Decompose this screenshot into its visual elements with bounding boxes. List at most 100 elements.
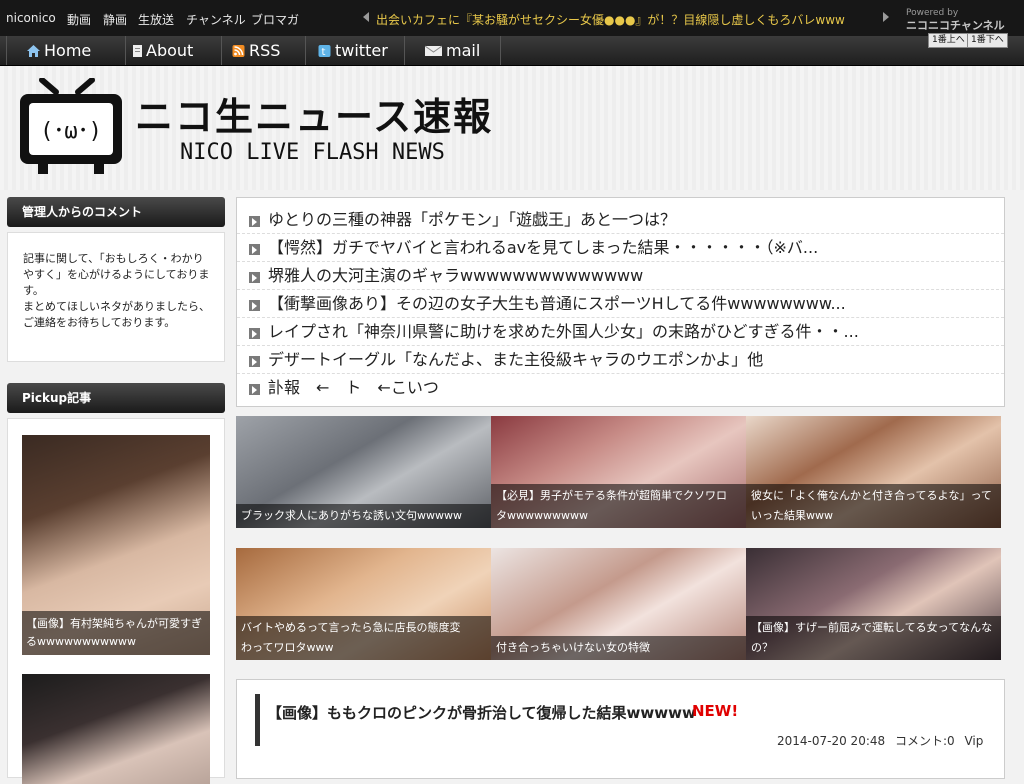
article-comment-count[interactable]: コメント:0 (895, 734, 955, 748)
nico-channel-logo[interactable]: ニコニコチャンネル (906, 17, 1005, 33)
top-link-niconico[interactable]: niconico (6, 11, 56, 25)
pickup-item[interactable]: 【画像】有村架純ちゃんが可愛すぎ るwwwwwwwwwww (22, 435, 210, 655)
nav-about-label: About (146, 41, 194, 60)
thumb-caption: ブラック求人にありがちな誘い文句wwwww (236, 504, 491, 528)
top-link-channel[interactable]: チャンネル (186, 11, 246, 28)
thumb-caption-line: の？ (751, 641, 773, 654)
bullet-arrow-icon (249, 300, 260, 311)
nav-rss[interactable]: RSS (221, 36, 305, 65)
home-icon (27, 45, 40, 57)
nav-twitter-label: twitter (335, 41, 388, 60)
site-subtitle: NICO LIVE FLASH NEWS (180, 140, 445, 165)
nav-about[interactable]: About (125, 36, 221, 65)
headline-text[interactable]: レイプされ「神奈川県警に助けを求めた外国人少女」の末路がひどすぎる件・・... (268, 318, 859, 345)
thumb-caption: 【画像】すげー前屈みで運転してる女ってなんな の？ (746, 616, 1001, 660)
ticker-next-icon[interactable] (883, 12, 889, 22)
thumb-caption-line: 付き合っちゃいけない女の特徴 (496, 641, 650, 654)
nav-divider (500, 36, 501, 65)
nav-twitter[interactable]: t twitter (305, 36, 404, 65)
thumb-caption: 彼女に「よく俺なんかと付き合ってるよな」って いった結果www (746, 484, 1001, 528)
thumb-caption-line: 【必見】男子がモテる条件が超簡単でクソワロ (496, 489, 727, 502)
headline-item[interactable]: 訃報 ← ト ←こいつ (237, 374, 1004, 402)
pickup-caption-line: るwwwwwwwwwww (26, 635, 136, 648)
headline-text[interactable]: 訃報 ← ト ←こいつ (268, 374, 439, 402)
thumb-card[interactable]: 【画像】すげー前屈みで運転してる女ってなんな の？ (746, 548, 1001, 660)
bullet-arrow-icon (249, 272, 260, 283)
top-link-blomaga[interactable]: ブロマガ (251, 11, 299, 28)
article-author[interactable]: Vip (964, 734, 983, 748)
pickup-list: 【画像】有村架純ちゃんが可愛すぎ るwwwwwwwwwww (7, 418, 225, 784)
thumb-card[interactable]: バイトやめるって言ったら急に店長の態度変 わってワロタwww (236, 548, 491, 660)
nav-mail[interactable]: mail (404, 36, 500, 65)
mascot-face: (･ω･) (40, 119, 102, 144)
article-date: 2014-07-20 20:48 (777, 734, 886, 748)
headline-text[interactable]: 堺雅人の大河主演のギャラwwwwwwwwwwwwww (268, 262, 643, 289)
article-title[interactable]: 【画像】ももクロのピンクが骨折治して復帰した結果wwwww (267, 702, 696, 723)
headline-text[interactable]: ゆとりの三種の神器「ポケモン」「遊戯王」あと一つは？ (268, 206, 676, 233)
thumb-caption: バイトやめるって言ったら急に店長の態度変 わってワロタwww (236, 616, 491, 660)
thumb-caption-line: バイトやめるって言ったら急に店長の態度変 (241, 621, 461, 634)
headline-item[interactable]: 堺雅人の大河主演のギャラwwwwwwwwwwwwww (237, 262, 1004, 290)
headline-item[interactable]: デザートイーグル「なんだよ、また主役級キャラのウエポンかよ」他 (237, 346, 1004, 374)
top-link-video[interactable]: 動画 (67, 11, 91, 28)
top-link-live[interactable]: 生放送 (138, 11, 174, 28)
scroll-top-button[interactable]: 1番上へ (928, 33, 969, 48)
thumb-caption-line: 【画像】すげー前屈みで運転してる女ってなんな (751, 621, 993, 634)
site-header: (･ω･) ニコ生ニュース速報 NICO LIVE FLASH NEWS (0, 66, 1024, 190)
nav-mail-label: mail (446, 41, 481, 60)
top-bar: niconico 動画 静画 生放送 チャンネル ブロマガ 出会いカフェに『某お… (0, 0, 1024, 36)
mail-icon (425, 45, 442, 56)
thumb-card[interactable]: ブラック求人にありがちな誘い文句wwwww (236, 416, 491, 528)
thumb-caption: 付き合っちゃいけない女の特徴 (491, 636, 746, 660)
bullet-arrow-icon (249, 216, 260, 227)
top-link-seiga[interactable]: 静画 (103, 11, 127, 28)
pickup-caption: 【画像】有村架純ちゃんが可愛すぎ るwwwwwwwwwww (22, 611, 210, 655)
twitter-icon: t (318, 45, 331, 57)
bullet-arrow-icon (249, 356, 260, 367)
document-icon (133, 45, 142, 57)
nav-home-label: Home (44, 41, 92, 60)
bullet-arrow-icon (249, 384, 260, 395)
admin-comment-box: 記事に関して、「おもしろく・わかり やすく」を心がけるようにしておりま す。 ま… (7, 232, 225, 362)
main-nav: Home About RSS t twitter mail (0, 36, 1024, 66)
thumb-caption-line: わってワロタwww (241, 641, 334, 654)
thumb-card[interactable]: 彼女に「よく俺なんかと付き合ってるよな」って いった結果www (746, 416, 1001, 528)
admin-comment-heading: 管理人からのコメント (7, 197, 225, 227)
nav-rss-label: RSS (249, 41, 281, 60)
headline-item[interactable]: 【愕然】ガチでヤバイと言われるavを見てしまった結果・・・・・・（※バ... (237, 234, 1004, 262)
headline-item[interactable]: 【衝撃画像あり】その辺の女子大生も普通にスポーツHしてる件wwwwwwww... (237, 290, 1004, 318)
thumb-caption-line: いった結果www (751, 509, 833, 522)
bullet-arrow-icon (249, 244, 260, 255)
pickup-caption-line: 【画像】有村架純ちゃんが可愛すぎ (26, 617, 202, 630)
thumb-caption-line: 彼女に「よく俺なんかと付き合ってるよな」って (751, 489, 992, 502)
comment-line: ご連絡をお待ちしております。 (23, 316, 176, 329)
ticker-headline[interactable]: 出会いカフェに『某お騒がせセクシー女優●●●』が！？目線隠し虚しくもろバレwww (376, 11, 845, 28)
nav-home[interactable]: Home (6, 36, 125, 65)
article-meta: 2014-07-20 20:48 コメント:0 Vip (777, 732, 989, 749)
headline-list: ゆとりの三種の神器「ポケモン」「遊戯王」あと一つは？ 【愕然】ガチでヤバイと言わ… (236, 197, 1005, 407)
tv-mascot-logo[interactable]: (･ω･) (18, 78, 124, 178)
thumb-caption-line: タwwwwwwwww (496, 509, 588, 522)
comment-line: 記事に関して、「おもしろく・わかり (23, 252, 204, 265)
headline-text[interactable]: デザートイーグル「なんだよ、また主役級キャラのウエポンかよ」他 (268, 346, 763, 373)
scroll-bottom-button[interactable]: 1番下へ (967, 33, 1008, 48)
thumb-caption-line: ブラック求人にありがちな誘い文句wwwww (241, 509, 462, 522)
headline-item[interactable]: レイプされ「神奈川県警に助けを求めた外国人少女」の末路がひどすぎる件・・... (237, 318, 1004, 346)
comment-line: す。 (23, 284, 44, 297)
pickup-heading: Pickup記事 (7, 383, 225, 413)
ticker-prev-icon[interactable] (363, 12, 369, 22)
thumb-caption: 【必見】男子がモテる条件が超簡単でクソワロ タwwwwwwwww (491, 484, 746, 528)
comment-line: やすく」を心がけるようにしておりま (23, 268, 210, 281)
svg-text:t: t (322, 47, 326, 57)
title-accent-bar (255, 694, 260, 746)
comment-line: まとめてほしいネタがありましたら、 (23, 300, 210, 313)
headline-item[interactable]: ゆとりの三種の神器「ポケモン」「遊戯王」あと一つは？ (237, 206, 1004, 234)
site-title[interactable]: ニコ生ニュース速報 (135, 86, 493, 141)
thumb-card[interactable]: 【必見】男子がモテる条件が超簡単でクソワロ タwwwwwwwww (491, 416, 746, 528)
thumb-card[interactable]: 付き合っちゃいけない女の特徴 (491, 548, 746, 660)
bullet-arrow-icon (249, 328, 260, 339)
headline-text[interactable]: 【衝撃画像あり】その辺の女子大生も普通にスポーツHしてる件wwwwwwww... (268, 290, 846, 317)
new-badge: NEW! (692, 702, 739, 720)
headline-text[interactable]: 【愕然】ガチでヤバイと言われるavを見てしまった結果・・・・・・（※バ... (268, 234, 818, 261)
rss-icon (232, 45, 245, 57)
